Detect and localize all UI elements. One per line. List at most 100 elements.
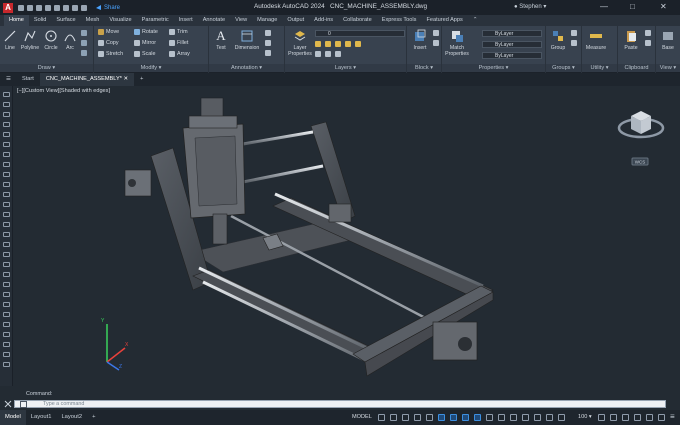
- draw-polygon-icon[interactable]: [3, 142, 10, 147]
- print-icon[interactable]: [63, 4, 69, 11]
- draw-region-icon[interactable]: [3, 192, 10, 197]
- line-tool[interactable]: Line: [2, 29, 18, 51]
- layer-lock-icon[interactable]: [355, 41, 361, 47]
- ribbon-tab-express-tools[interactable]: Express Tools: [377, 15, 422, 26]
- dimension-tool[interactable]: Dimension: [233, 29, 261, 51]
- clipboard-panel-title[interactable]: Clipboard: [618, 64, 655, 72]
- tab-layout1[interactable]: Layout1: [26, 410, 57, 425]
- redo-icon[interactable]: [81, 4, 87, 11]
- gizmo-icon[interactable]: [558, 414, 565, 421]
- minimize-icon[interactable]: —: [600, 2, 608, 11]
- mirror-icon[interactable]: [3, 272, 10, 277]
- draw-polyline-icon[interactable]: [3, 102, 10, 107]
- tab-close-icon[interactable]: ✕: [123, 76, 128, 82]
- draw-ellipse-icon[interactable]: [3, 162, 10, 167]
- block-tool-1[interactable]: [433, 30, 439, 36]
- measure-tool[interactable]: Measure: [583, 29, 609, 51]
- model-viewport[interactable]: [−][Custom View][Shaded with edges] WCS: [13, 86, 680, 386]
- ribbon-tab-parametric[interactable]: Parametric: [137, 15, 174, 26]
- color-dropdown[interactable]: ByLayer: [482, 30, 542, 37]
- grid-icon[interactable]: [378, 414, 385, 421]
- isodraft-icon[interactable]: [450, 414, 457, 421]
- polyline-tool[interactable]: Polyline: [19, 29, 41, 51]
- share-button[interactable]: Share: [95, 4, 120, 11]
- trim-tool[interactable]: Trim: [169, 29, 188, 35]
- annotation-monitor-icon[interactable]: [610, 414, 617, 421]
- fillet-tool[interactable]: Fillet: [169, 40, 188, 46]
- annotation-tool-3[interactable]: [265, 50, 271, 56]
- lineweight-icon[interactable]: [486, 414, 493, 421]
- layer-previous-icon[interactable]: [325, 51, 331, 57]
- ortho-icon[interactable]: [426, 414, 433, 421]
- transparency-icon[interactable]: [498, 414, 505, 421]
- layer-properties-tool[interactable]: Layer Properties: [287, 29, 313, 57]
- trim-icon[interactable]: [3, 292, 10, 297]
- fillet-icon[interactable]: [3, 312, 10, 317]
- command-input[interactable]: Type a command: [14, 400, 666, 408]
- tab-start[interactable]: Start: [16, 73, 40, 86]
- paste-tool[interactable]: Paste: [620, 29, 642, 51]
- new-icon[interactable]: [18, 4, 24, 11]
- lineweight-dropdown[interactable]: ByLayer: [482, 52, 542, 59]
- infer-icon[interactable]: [402, 414, 409, 421]
- save-icon[interactable]: [36, 4, 42, 11]
- object-snap-icon[interactable]: [474, 414, 481, 421]
- ribbon-tab-solid[interactable]: Solid: [29, 15, 51, 26]
- block-tool-2[interactable]: [433, 40, 439, 46]
- linetype-dropdown[interactable]: ByLayer: [482, 41, 542, 48]
- selection-filter-icon[interactable]: [546, 414, 553, 421]
- layer-unisolate-icon[interactable]: [325, 41, 331, 47]
- draw-gradient-icon[interactable]: [3, 182, 10, 187]
- draw-more-1[interactable]: [81, 30, 87, 36]
- block-panel-title[interactable]: Block ▾: [407, 64, 441, 72]
- web-icon[interactable]: [54, 4, 60, 11]
- draw-table-icon[interactable]: [3, 202, 10, 207]
- draw-rectangle-icon[interactable]: [3, 132, 10, 137]
- extend-icon[interactable]: [3, 302, 10, 307]
- annotation-panel-title[interactable]: Annotation ▾: [209, 64, 284, 72]
- add-layout-icon[interactable]: +: [87, 410, 100, 425]
- draw-point-icon[interactable]: [3, 222, 10, 227]
- command-close-icon[interactable]: [4, 400, 12, 408]
- arc-tool[interactable]: Arc: [62, 29, 78, 51]
- copy-clip-tool[interactable]: [645, 40, 651, 46]
- snap-icon[interactable]: [390, 414, 397, 421]
- user-menu[interactable]: ● Stephen ▾: [514, 3, 546, 10]
- insert-tool[interactable]: Insert: [409, 29, 431, 51]
- dynamic-input-icon[interactable]: [414, 414, 421, 421]
- scale-icon[interactable]: [3, 262, 10, 267]
- customize-icon[interactable]: ≡: [670, 412, 675, 421]
- draw-mtext-icon[interactable]: [3, 212, 10, 217]
- draw-hatch-icon[interactable]: [3, 172, 10, 177]
- ribbon-tab-manage[interactable]: Manage: [252, 15, 282, 26]
- ribbon-tab-mesh[interactable]: Mesh: [81, 15, 105, 26]
- isolate-objects-icon[interactable]: [634, 414, 641, 421]
- model-space-toggle[interactable]: MODEL: [352, 414, 372, 420]
- group-tool-3[interactable]: [571, 40, 577, 46]
- ribbon-tab-annotate[interactable]: Annotate: [198, 15, 230, 26]
- modify-panel-title[interactable]: Modify ▾: [94, 64, 208, 72]
- annotation-scale[interactable]: 100 ▾: [578, 414, 592, 420]
- layer-current-icon[interactable]: [335, 51, 341, 57]
- app-menu-icon[interactable]: ☰: [0, 73, 16, 86]
- offset-icon[interactable]: [3, 282, 10, 287]
- draw-line-icon[interactable]: [3, 92, 10, 97]
- ribbon-tab-surface[interactable]: Surface: [51, 15, 80, 26]
- explode-icon[interactable]: [3, 332, 10, 337]
- utilities-panel-title[interactable]: Utility ▾: [582, 64, 617, 72]
- rotate-icon[interactable]: [3, 252, 10, 257]
- object-snap-tracking-icon[interactable]: [462, 414, 469, 421]
- layer-match-icon[interactable]: [315, 51, 321, 57]
- annotation-tool-1[interactable]: [265, 30, 271, 36]
- draw-circle-icon[interactable]: [3, 112, 10, 117]
- erase-icon[interactable]: [3, 342, 10, 347]
- workspace-icon[interactable]: [598, 414, 605, 421]
- groups-panel-title[interactable]: Groups ▾: [546, 64, 581, 72]
- units-icon[interactable]: [622, 414, 629, 421]
- command-search-icon[interactable]: [20, 401, 27, 408]
- hardware-acceleration-icon[interactable]: [646, 414, 653, 421]
- layer-off-icon[interactable]: [345, 41, 351, 47]
- ribbon-tab-view[interactable]: View: [230, 15, 252, 26]
- new-tab-icon[interactable]: +: [134, 73, 149, 86]
- group-tool[interactable]: Group: [548, 29, 568, 51]
